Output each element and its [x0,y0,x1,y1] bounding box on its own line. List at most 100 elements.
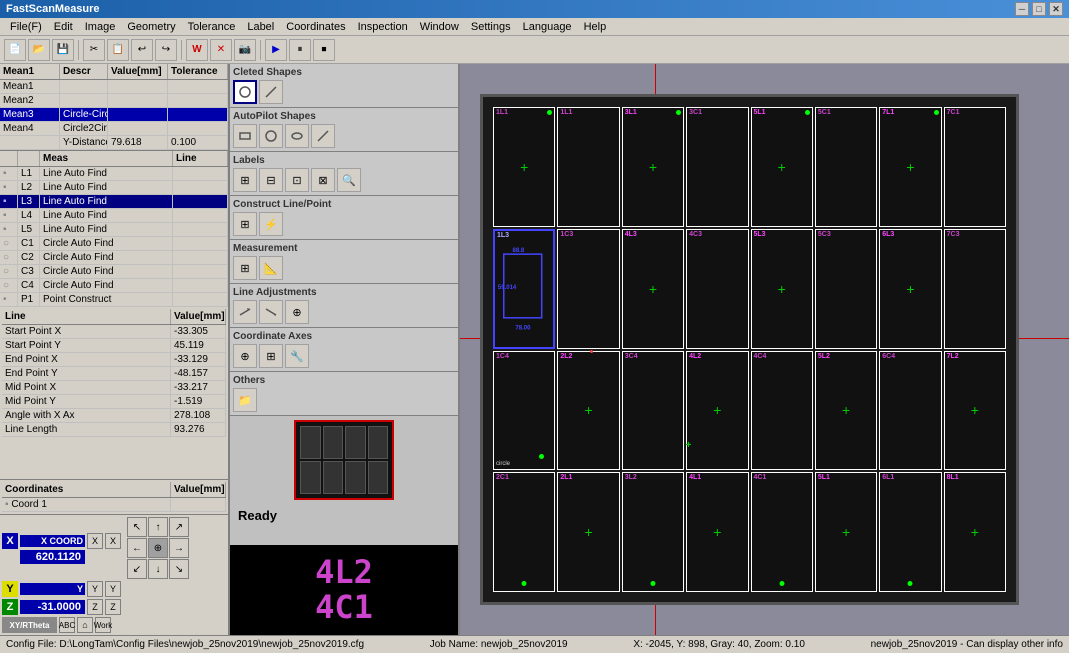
pcb-cell-1l1b: 1L1 [557,107,619,227]
cell-dot [908,581,913,586]
tool-auto-circle[interactable] [259,124,283,148]
x-btn-2[interactable]: X [105,533,121,549]
meas-row-5[interactable]: Y-Distance 79.618 0.100 [0,136,228,150]
tool-auto-line[interactable] [311,124,335,148]
menu-settings[interactable]: Settings [465,18,517,35]
row-id: C1 [18,237,40,250]
lv-label: Start Point X [2,325,171,338]
nav-left[interactable]: ← [127,538,147,558]
tool-circle-shape[interactable] [233,80,257,104]
meas-row-4[interactable]: Mean4 Circle2Circle3 [0,122,228,136]
tool-lineadj-2[interactable] [259,300,283,324]
row-value [173,167,228,180]
tool-lineadj-3[interactable]: ⊕ [285,300,309,324]
y-btn-1[interactable]: Y [87,581,103,597]
toolbar-save[interactable]: 💾 [52,39,74,61]
tool-coord-2[interactable]: ⊞ [259,344,283,368]
tool-construct-1[interactable]: ⊞ [233,212,257,236]
lower-row-p1[interactable]: • P1 Point Construct [0,293,228,307]
lv-label: Line Length [2,423,171,436]
toolbar-pause[interactable]: ⏸ [289,39,311,61]
nav-up-right[interactable]: ↗ [169,517,189,537]
toolbar-sep2 [181,40,182,60]
menu-help[interactable]: Help [578,18,613,35]
lower-row-l1[interactable]: ▪ L1 Line Auto Find [0,167,228,181]
row-id: C3 [18,265,40,278]
menu-window[interactable]: Window [414,18,465,35]
nav-right[interactable]: → [169,538,189,558]
toolbar-stop[interactable]: ⏹ [313,39,335,61]
tool-coord-3[interactable]: 🔧 [285,344,309,368]
lower-row-l4[interactable]: ▪ L4 Line Auto Find [0,209,228,223]
nav-down-left[interactable]: ↙ [127,559,147,579]
row-id: P1 [18,293,40,306]
menu-image[interactable]: Image [79,18,122,35]
tool-label-4[interactable]: ⊠ [311,168,335,192]
menu-geometry[interactable]: Geometry [121,18,181,35]
lower-row-c4[interactable]: ○ C4 Circle Auto Find [0,279,228,293]
lower-row-c1[interactable]: ○ C1 Circle Auto Find [0,237,228,251]
tool-line-shape[interactable] [259,80,283,104]
lower-row-l3[interactable]: ▪ L3 Line Auto Find [0,195,228,209]
toolbar-redo[interactable]: ↪ [155,39,177,61]
menu-inspection[interactable]: Inspection [352,18,414,35]
coord-row-1[interactable]: ▪ Coord 1 [2,498,226,512]
tool-label-2[interactable]: ⊟ [259,168,283,192]
tool-label-3[interactable]: ⊡ [285,168,309,192]
y-btn-2[interactable]: Y [105,581,121,597]
toolbar-copy[interactable]: 📋 [107,39,129,61]
row-meas: Line Auto Find [40,195,173,208]
lower-row-l2[interactable]: ▪ L2 Line Auto Find [0,181,228,195]
meas-row-3[interactable]: Mean3 Circle-Circle Dist [0,108,228,122]
svg-text:88.8: 88.8 [513,248,525,254]
meas-row-2[interactable]: Mean2 [0,94,228,108]
x-btn-1[interactable]: X [87,533,103,549]
nav-up-left[interactable]: ↖ [127,517,147,537]
maximize-button[interactable]: □ [1032,2,1046,16]
tool-coord-1[interactable]: ⊕ [233,344,257,368]
work-btn[interactable]: Work [95,617,111,633]
toolbar-w[interactable]: W [186,39,208,61]
toolbar-new[interactable]: 📄 [4,39,26,61]
lower-row-c3[interactable]: ○ C3 Circle Auto Find [0,265,228,279]
pcb-cell-7c4: 7L2 + [944,351,1006,471]
tool-auto-ellipse[interactable] [285,124,309,148]
toolbar-camera[interactable]: 📷 [234,39,256,61]
tool-meas-2[interactable]: 📐 [259,256,283,280]
toolbar-play[interactable]: ▶ [265,39,287,61]
nav-down-right[interactable]: ↘ [169,559,189,579]
lower-row-l5[interactable]: ▪ L5 Line Auto Find [0,223,228,237]
nav-down[interactable]: ↓ [148,559,168,579]
menu-label[interactable]: Label [241,18,280,35]
home-btn[interactable]: ⌂ [77,617,93,633]
z-btn-2[interactable]: Z [105,599,121,615]
nav-up[interactable]: ↑ [148,517,168,537]
menu-file[interactable]: File(F) [4,18,48,35]
minimize-button[interactable]: ─ [1015,2,1029,16]
menu-language[interactable]: Language [517,18,578,35]
meas-row-1[interactable]: Mean1 [0,80,228,94]
close-button[interactable]: ✕ [1049,2,1063,16]
tool-lineadj-1[interactable] [233,300,257,324]
thumb-cell-3 [345,426,366,459]
tool-auto-rect[interactable] [233,124,257,148]
toolbar-cut[interactable]: ✂ [83,39,105,61]
toolbar-open[interactable]: 📂 [28,39,50,61]
tool-construct-2[interactable]: ⚡ [259,212,283,236]
tool-label-1[interactable]: ⊞ [233,168,257,192]
tool-label-zoom[interactable]: 🔍 [337,168,361,192]
menu-edit[interactable]: Edit [48,18,79,35]
lower-row-c2[interactable]: ○ C2 Circle Auto Find [0,251,228,265]
pcb-main-view[interactable]: 1L1 + 1L1 3L1 + 3C1 5L1 + [480,94,1019,605]
z-btn-1[interactable]: Z [87,599,103,615]
menu-tolerance[interactable]: Tolerance [182,18,242,35]
nav-center[interactable]: ⊕ [148,538,168,558]
tool-other-1[interactable]: 📁 [233,388,257,412]
tool-meas-1[interactable]: ⊞ [233,256,257,280]
toolbar-undo[interactable]: ↩ [131,39,153,61]
toolbar-x[interactable]: ✕ [210,39,232,61]
menu-coordinates[interactable]: Coordinates [280,18,351,35]
status-config: Config File: D:\LongTam\Config Files\new… [6,639,364,650]
abc-btn[interactable]: ABC [59,617,75,633]
pcb-cell-7c3: 7C3 [944,229,1006,349]
